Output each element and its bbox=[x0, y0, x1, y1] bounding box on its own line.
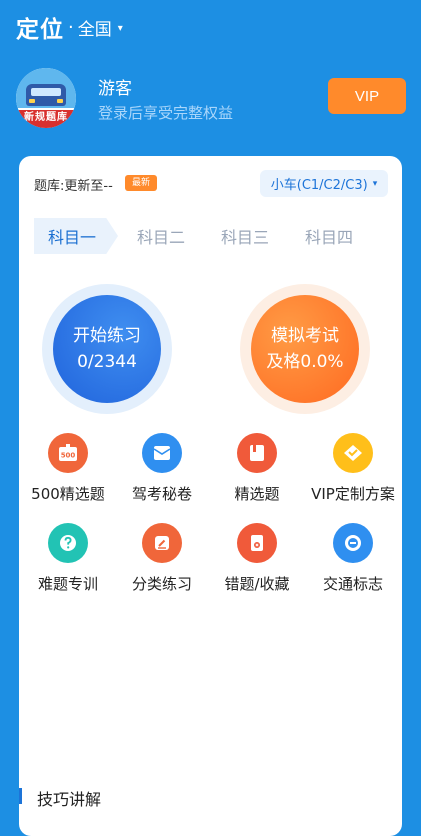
login-hint[interactable]: 登录后享受完整权益 bbox=[98, 102, 233, 123]
subject-tabs: 科目一 科目二 科目三 科目四 bbox=[34, 218, 389, 254]
practice-title: 开始练习 bbox=[73, 326, 141, 346]
location-title[interactable]: 定位 bbox=[16, 10, 64, 44]
tab-subject-1[interactable]: 科目一 bbox=[34, 218, 118, 254]
grid-item-selected[interactable]: 精选题 bbox=[209, 433, 305, 504]
wrong-book-icon bbox=[237, 523, 277, 563]
section-marker bbox=[19, 788, 22, 804]
new-badge: 最新 bbox=[125, 175, 157, 191]
car-type-select[interactable]: 小车(C1/C2/C3) ▾ bbox=[260, 170, 388, 197]
grid-label: 分类练习 bbox=[131, 575, 192, 593]
grid-item-wrong-favorites[interactable]: 错题/收藏 bbox=[209, 523, 305, 594]
car-icon bbox=[26, 84, 66, 106]
tips-section-title: 技巧讲解 bbox=[37, 790, 102, 809]
separator-dot: · bbox=[68, 16, 74, 38]
user-panel: 新规题库 游客 登录后享受完整权益 VIP bbox=[16, 68, 406, 130]
bank-update-label: 题库:更新至-- bbox=[34, 179, 113, 194]
grid-item-traffic-signs[interactable]: 交通标志 bbox=[305, 523, 401, 594]
500-icon: 500 bbox=[48, 433, 88, 473]
grid-label: VIP定制方案 bbox=[311, 485, 395, 503]
grid-label: 精选题 bbox=[234, 485, 280, 503]
region-selector[interactable]: 全国 bbox=[78, 15, 112, 40]
avatar-label: 新规题库 bbox=[16, 110, 76, 128]
diamond-icon bbox=[333, 433, 373, 473]
tab-subject-2[interactable]: 科目二 bbox=[126, 218, 196, 254]
mock-exam-button[interactable]: 模拟考试 及格0.0% bbox=[240, 284, 370, 414]
grid-item-vip-plan[interactable]: VIP定制方案 bbox=[305, 433, 401, 504]
pencil-icon bbox=[142, 523, 182, 563]
grid-item-category[interactable]: 分类练习 bbox=[114, 523, 210, 594]
practice-progress: 0/2344 bbox=[77, 352, 137, 372]
start-practice-button[interactable]: 开始练习 0/2344 bbox=[42, 284, 172, 414]
exam-pass-rate: 及格0.0% bbox=[266, 352, 344, 372]
chevron-down-icon[interactable]: ▾ bbox=[118, 23, 123, 34]
grid-label: 难题专训 bbox=[37, 575, 98, 593]
grid-label: 错题/收藏 bbox=[224, 575, 290, 593]
avatar[interactable]: 新规题库 bbox=[16, 68, 76, 128]
grid-label: 交通标志 bbox=[322, 575, 383, 593]
grid-label: 500精选题 bbox=[31, 485, 105, 503]
question-icon bbox=[48, 523, 88, 563]
book-icon bbox=[237, 433, 277, 473]
grid-label: 驾考秘卷 bbox=[131, 485, 192, 503]
top-bar: 定位 · 全国 ▾ bbox=[16, 10, 123, 44]
chevron-down-icon: ▾ bbox=[372, 178, 378, 189]
vip-button[interactable]: VIP bbox=[328, 78, 406, 114]
tab-subject-3[interactable]: 科目三 bbox=[210, 218, 280, 254]
grid-item-secret-paper[interactable]: 驾考秘卷 bbox=[114, 433, 210, 504]
tab-subject-4[interactable]: 科目四 bbox=[294, 218, 364, 254]
car-type-value: 小车(C1/C2/C3) bbox=[270, 178, 368, 193]
exam-title: 模拟考试 bbox=[271, 326, 339, 346]
user-name[interactable]: 游客 bbox=[98, 74, 132, 99]
grid-item-hard-questions[interactable]: 难题专训 bbox=[20, 523, 116, 594]
grid-item-500[interactable]: 500 500精选题 bbox=[20, 433, 116, 504]
500-icon-text: 500 bbox=[61, 452, 76, 460]
sign-icon bbox=[333, 523, 373, 563]
envelope-icon bbox=[142, 433, 182, 473]
